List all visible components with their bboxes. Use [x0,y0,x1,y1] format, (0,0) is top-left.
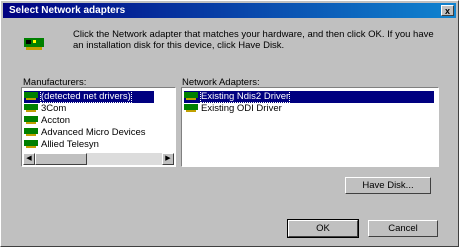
list-item[interactable]: Allied Telesyn [24,139,154,151]
scroll-thumb[interactable] [35,153,87,165]
list-item-label: (detected net drivers) [40,90,132,103]
list-item[interactable]: 3Com [24,103,154,115]
title-bar[interactable]: Select Network adapters x [3,3,456,18]
dialog-title: Select Network adapters [9,5,126,16]
list-item[interactable]: Accton [24,115,154,127]
horizontal-scrollbar[interactable]: ◀ ▶ [23,153,174,165]
select-network-adapters-dialog: Select Network adapters x Click the Netw… [0,0,459,247]
manufacturers-list[interactable]: ◀ ▶ (detected net drivers) 3Com Accton Adva… [21,87,176,167]
list-item[interactable]: Existing ODI Driver [184,103,434,115]
list-item[interactable]: (detected net drivers) [24,90,154,103]
list-item-label: Existing Ndis2 Driver [199,90,291,103]
network-card-icon [24,38,44,50]
list-item[interactable]: Existing Ndis2 Driver [184,90,434,103]
network-card-icon [24,116,38,125]
network-adapters-list[interactable]: Existing Ndis2 Driver Existing ODI Driver [181,87,439,167]
network-card-icon [24,140,38,149]
list-item-label: Advanced Micro Devices [41,127,146,138]
have-disk-button[interactable]: Have Disk... [345,177,431,194]
cancel-button[interactable]: Cancel [368,220,438,237]
network-card-icon [24,92,38,101]
list-item-label: 3Com [41,103,67,114]
list-item[interactable]: Advanced Micro Devices [24,127,154,139]
list-item-label: Allied Telesyn [41,139,99,150]
network-card-icon [24,128,38,137]
scroll-right-button[interactable]: ▶ [162,153,174,165]
network-card-icon [24,104,38,113]
network-card-icon [184,104,198,113]
instructions-text: Click the Network adapter that matches y… [73,29,434,51]
close-button[interactable]: x [441,5,454,16]
list-item-label: Existing ODI Driver [201,103,282,114]
network-card-icon [184,92,198,101]
scroll-left-button[interactable]: ◀ [23,153,35,165]
list-item-label: Accton [41,115,71,126]
ok-button[interactable]: OK [287,219,359,238]
